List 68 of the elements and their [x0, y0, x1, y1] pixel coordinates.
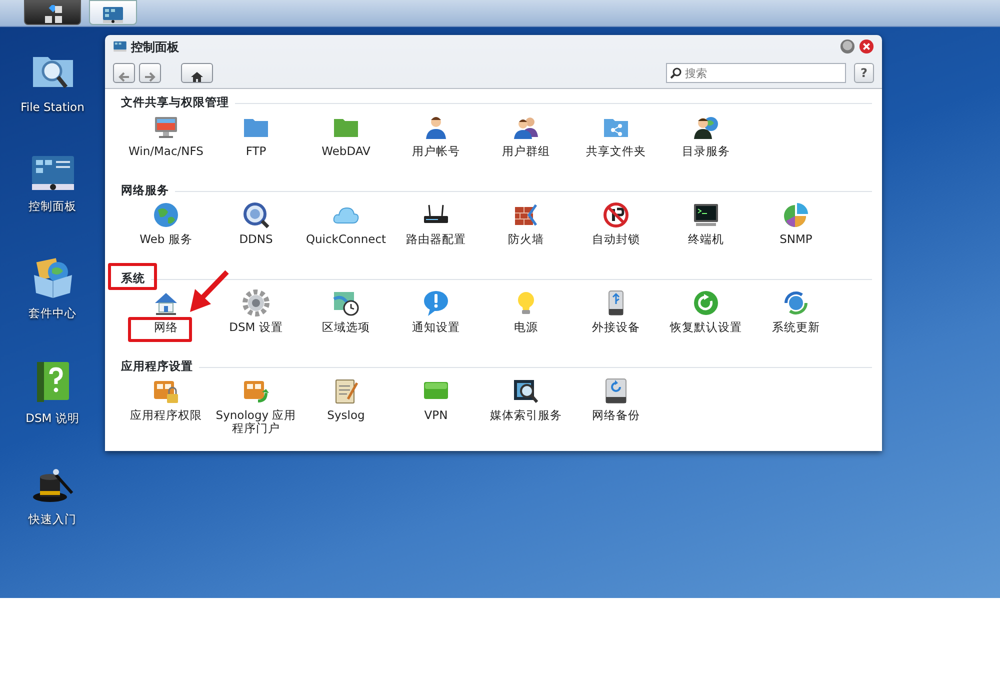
- close-button[interactable]: [859, 39, 874, 54]
- control-panel-item[interactable]: 媒体索引服务: [481, 377, 571, 445]
- control-panel-item[interactable]: 外接设备: [571, 289, 661, 357]
- control-panel-item[interactable]: 终端机: [661, 201, 751, 269]
- control-panel-item[interactable]: 电源: [481, 289, 571, 357]
- home-icon: [190, 70, 204, 83]
- control-panel-item[interactable]: FTP: [211, 113, 301, 181]
- control-panel-icon: [102, 6, 124, 24]
- control-panel-item[interactable]: 防火墙: [481, 201, 571, 269]
- control-panel-icon: [113, 40, 127, 53]
- section-heading: 应用程序设置: [121, 358, 193, 376]
- control-panel-item[interactable]: SNMP: [751, 201, 841, 269]
- gear-icon: [242, 289, 270, 317]
- minimize-button[interactable]: [840, 39, 855, 54]
- annotation-frame: [108, 263, 157, 290]
- control-panel-item[interactable]: 恢复默认设置: [661, 289, 751, 357]
- control-panel-item[interactable]: 用户群组: [481, 113, 571, 181]
- section-heading: 系统: [121, 270, 145, 288]
- control-panel-item[interactable]: 网络备份: [571, 377, 661, 445]
- control-panel-item[interactable]: Web 服务: [121, 201, 211, 269]
- prohibition-icon: [602, 201, 630, 229]
- control-panel-item[interactable]: 路由器配置: [391, 201, 481, 269]
- window-title: 控制面板: [131, 38, 179, 56]
- control-panel-item[interactable]: 通知设置: [391, 289, 481, 357]
- shortcut-label[interactable]: 套件中心: [28, 305, 76, 322]
- main-menu-button[interactable]: [24, 0, 81, 25]
- home-button[interactable]: [181, 63, 213, 83]
- annotation-frame: [128, 317, 192, 342]
- search-icon: [670, 67, 682, 79]
- control-panel-item[interactable]: WebDAV: [301, 113, 391, 181]
- control-panel-icon[interactable]: [30, 154, 76, 192]
- control-panel-item[interactable]: Syslog: [301, 377, 391, 445]
- forward-button[interactable]: [139, 63, 161, 83]
- control-panel-item[interactable]: 自动封锁: [571, 201, 661, 269]
- map-clock-icon: [332, 289, 360, 317]
- terminal-icon: [692, 201, 720, 229]
- control-panel-item[interactable]: 区域选项: [301, 289, 391, 357]
- pie-chart-icon: [782, 201, 810, 229]
- refresh-icon: [692, 289, 720, 317]
- search-field[interactable]: 搜索: [666, 63, 846, 83]
- film-magnifier-icon: [512, 377, 540, 405]
- control-panel-task-button[interactable]: [89, 0, 137, 25]
- control-panel-item[interactable]: QuickConnect: [301, 201, 391, 269]
- control-panel-item[interactable]: 用户帐号: [391, 113, 481, 181]
- control-panel-item[interactable]: 系统更新: [751, 289, 841, 357]
- control-panel-item[interactable]: DSM 设置: [211, 289, 301, 357]
- control-panel-item[interactable]: 共享文件夹: [571, 113, 661, 181]
- shortcut-label[interactable]: 快速入门: [28, 511, 76, 528]
- control-panel-item[interactable]: 网络: [121, 289, 211, 357]
- annotation-arrow: [187, 269, 231, 315]
- speech-bubble-icon: [422, 289, 450, 317]
- sync-globe-icon: [782, 289, 810, 317]
- section-heading: 网络服务: [121, 182, 169, 200]
- back-button[interactable]: [113, 63, 135, 83]
- section-heading: 文件共享与权限管理: [121, 94, 229, 112]
- shortcut-label[interactable]: DSM 说明: [26, 410, 80, 428]
- help-button[interactable]: ?: [854, 63, 874, 83]
- shortcut-label[interactable]: 控制面板: [28, 198, 76, 216]
- control-panel-item[interactable]: 应用程序权限: [121, 377, 211, 445]
- control-panel-item[interactable]: Win/Mac/NFS: [121, 113, 211, 181]
- control-panel-item[interactable]: Synology 应用程序门户: [211, 377, 301, 445]
- forward-arrow-icon: [143, 70, 157, 83]
- control-panel-item[interactable]: VPN: [391, 377, 481, 445]
- control-panel-item[interactable]: 目录服务: [661, 113, 751, 181]
- globe-icon: [152, 201, 180, 229]
- control-panel-item[interactable]: DDNS: [211, 201, 301, 269]
- back-arrow-icon: [117, 70, 131, 83]
- shortcut-label[interactable]: File Station: [20, 99, 84, 116]
